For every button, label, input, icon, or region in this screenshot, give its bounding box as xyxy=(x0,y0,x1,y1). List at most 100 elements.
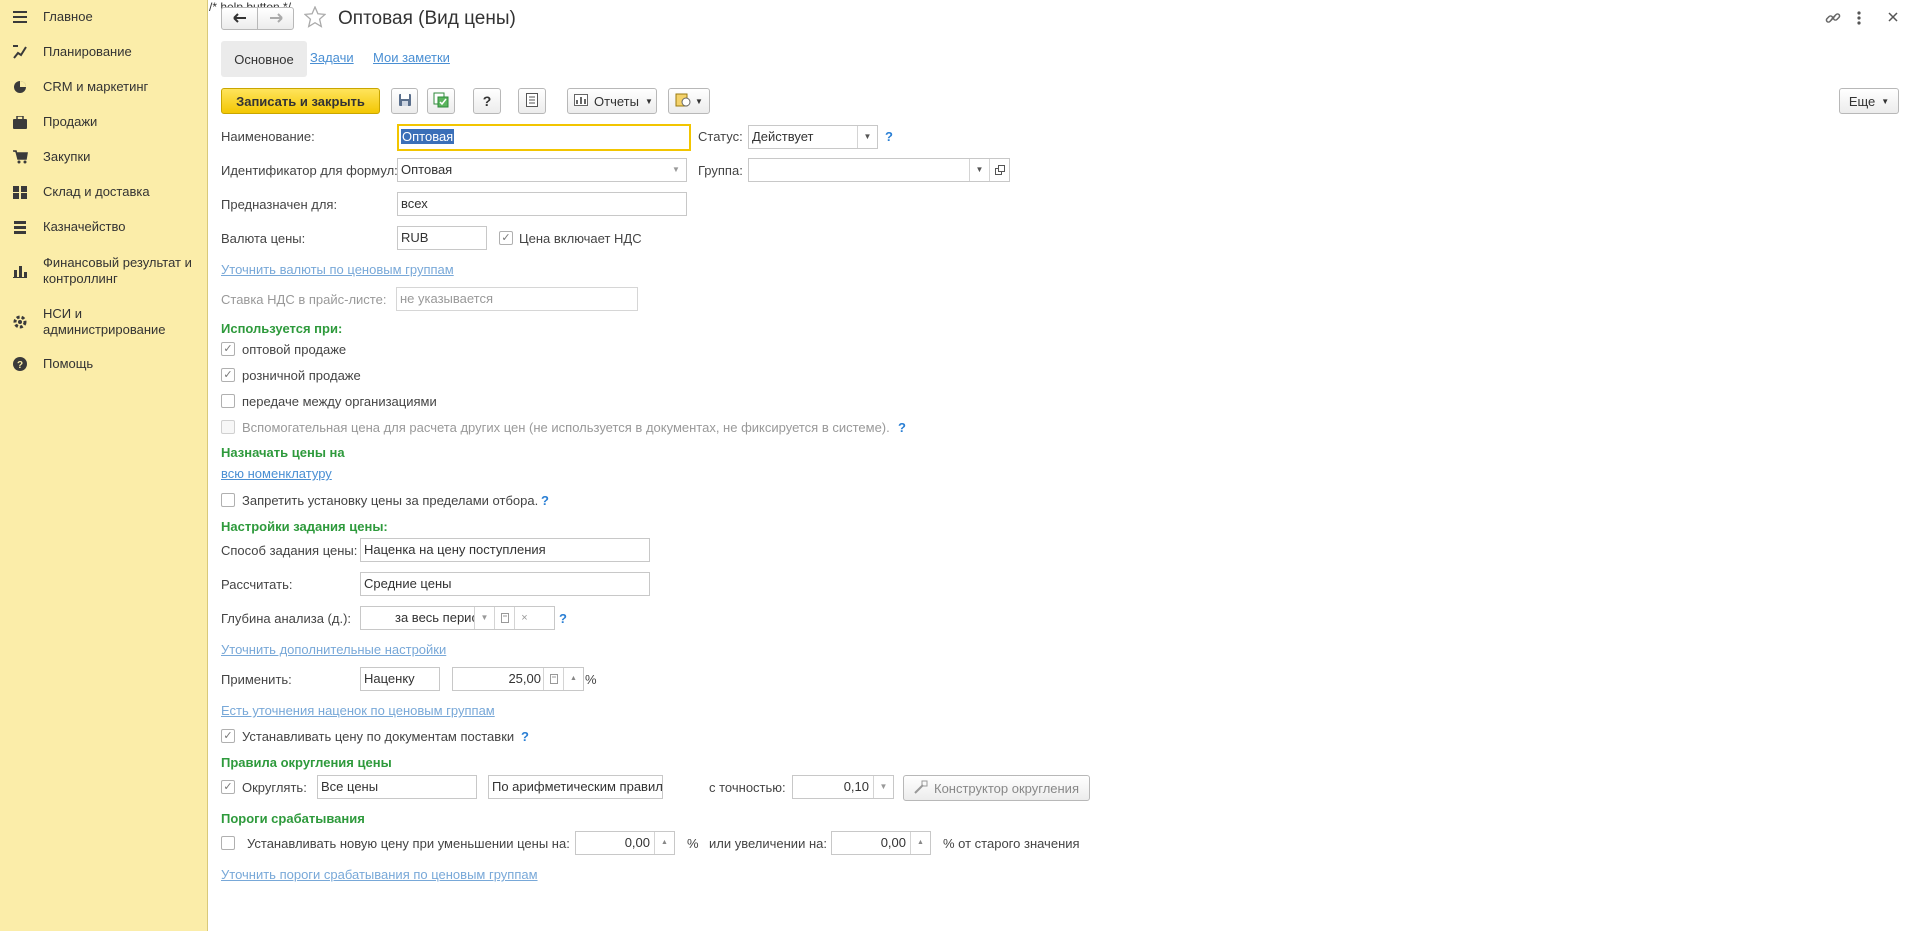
clarify-currency-link[interactable]: Уточнить валюты по ценовым группам xyxy=(221,262,454,278)
post-button[interactable] xyxy=(427,88,455,114)
percent-label: % xyxy=(585,672,597,687)
vat-included-checkbox[interactable]: ✓ xyxy=(499,231,513,245)
print-menu-button[interactable]: ▼ xyxy=(668,88,710,114)
sidebar-item-sales[interactable]: Продажи xyxy=(0,113,207,131)
rounding-constructor-button[interactable]: Конструктор округления xyxy=(903,775,1090,801)
set-by-docs-help-icon[interactable]: ? xyxy=(521,729,529,745)
auxiliary-help-icon[interactable]: ? xyxy=(898,420,906,436)
wholesale-checkbox[interactable]: ✓ xyxy=(221,342,235,356)
calc-input[interactable]: Средние цены xyxy=(360,572,650,596)
open-icon[interactable] xyxy=(989,159,1009,181)
depth-input[interactable]: за весь период ▼ × xyxy=(360,606,555,630)
group-input[interactable]: ▼ xyxy=(748,158,1010,182)
save-and-close-button[interactable]: Записать и закрыть xyxy=(221,88,380,114)
retail-label: розничной продаже xyxy=(242,368,361,383)
threshold-groups-link[interactable]: Уточнить пороги срабатывания по ценовым … xyxy=(221,867,538,883)
gear-icon xyxy=(12,314,28,330)
apply-label: Применить: xyxy=(221,672,292,687)
clear-icon[interactable]: × xyxy=(514,607,534,629)
more-label: Еще xyxy=(1848,93,1876,109)
arrow-left-icon xyxy=(232,11,247,26)
set-by-docs-label: Устанавливать цену по документам поставк… xyxy=(242,729,515,744)
sidebar-item-finance[interactable]: Финансовый результат и контроллинг xyxy=(0,255,207,287)
sidebar-item-label-line1: Финансовый результат и xyxy=(43,255,192,270)
save-button[interactable] xyxy=(391,88,418,114)
method-input[interactable]: Наценка на цену поступления xyxy=(360,538,650,562)
apply-amount-input[interactable]: 25,00 ▲▼ xyxy=(452,667,584,691)
spin-icon[interactable]: ▲▼ xyxy=(563,668,583,690)
planning-icon xyxy=(12,44,28,60)
sidebar-item-admin[interactable]: НСИ и администрирование xyxy=(0,306,207,338)
link-icon[interactable] xyxy=(1825,10,1841,29)
markup-groups-link[interactable]: Есть уточнения наценок по ценовым группа… xyxy=(221,703,495,719)
forbid-help-icon[interactable]: ? xyxy=(541,493,549,509)
sidebar-item-label: Планирование xyxy=(43,44,132,59)
formula-id-value: Оптовая xyxy=(401,162,453,177)
sidebar-item-label-line2: администрирование xyxy=(43,322,166,337)
more-button[interactable]: Еще ▼ xyxy=(1839,88,1899,114)
tab-tasks[interactable]: Задачи xyxy=(310,50,354,66)
forbid-label: Запретить установку цены за пределами от… xyxy=(242,493,539,508)
sidebar-item-purchases[interactable]: Закупки xyxy=(0,148,207,166)
sidebar-item-label: Закупки xyxy=(43,149,91,164)
used-for-header: Используется при: xyxy=(221,321,343,336)
star-icon[interactable] xyxy=(303,5,327,31)
sidebar-item-planning[interactable]: Планирование xyxy=(0,43,207,61)
intended-input[interactable]: всех xyxy=(397,192,687,216)
chevron-down-icon[interactable]: ▼ xyxy=(474,607,494,629)
calculator-icon[interactable] xyxy=(494,607,514,629)
status-select[interactable]: Действует ▼ xyxy=(748,125,878,149)
tab-notes[interactable]: Мои заметки xyxy=(373,50,450,66)
currency-input[interactable]: RUB xyxy=(397,226,487,250)
decrease-input[interactable]: 0,00 ▲▼ xyxy=(575,831,675,855)
chevron-down-icon: ▼ xyxy=(695,96,703,106)
sidebar-item-main[interactable]: Главное xyxy=(0,8,207,26)
chevron-down-icon[interactable]: ▼ xyxy=(666,159,686,181)
name-input[interactable]: Оптовая xyxy=(397,124,691,151)
sidebar-item-label-line2: контроллинг xyxy=(43,271,118,286)
back-button[interactable] xyxy=(221,7,258,30)
status-help-icon[interactable]: ? xyxy=(885,129,893,145)
thresholds-checkbox[interactable] xyxy=(221,836,235,850)
round-scope-input[interactable]: Все цены xyxy=(317,775,477,799)
increase-value: 0,00 xyxy=(880,835,906,850)
set-by-docs-checkbox[interactable]: ✓ xyxy=(221,729,235,743)
calculator-icon[interactable] xyxy=(543,668,563,690)
decrease-percent-label: % xyxy=(687,836,699,851)
sidebar-item-help[interactable]: ? Помощь xyxy=(0,355,207,373)
chevron-down-icon[interactable]: ▼ xyxy=(857,126,877,148)
constructor-icon xyxy=(914,780,928,797)
method-label: Способ задания цены: xyxy=(221,543,358,558)
chevron-down-icon[interactable]: ▼ xyxy=(969,159,989,181)
retail-checkbox[interactable]: ✓ xyxy=(221,368,235,382)
close-icon[interactable] xyxy=(1887,11,1899,26)
round-checkbox[interactable]: ✓ xyxy=(221,780,235,794)
all-items-link[interactable]: всю номенклатуру xyxy=(221,466,332,482)
formula-id-input[interactable]: Оптовая ▼ xyxy=(397,158,687,182)
spin-icon[interactable]: ▲▼ xyxy=(910,832,930,854)
round-rule-input[interactable]: По арифметическим правилам xyxy=(488,775,663,799)
sidebar-item-crm[interactable]: CRM и маркетинг xyxy=(0,78,207,96)
spin-icon[interactable]: ▲▼ xyxy=(654,832,674,854)
reports-button[interactable]: Отчеты ▼ xyxy=(567,88,657,114)
treasury-icon xyxy=(12,219,28,235)
depth-label: Глубина анализа (д.): xyxy=(221,611,352,626)
forbid-checkbox[interactable] xyxy=(221,493,235,507)
tab-main[interactable]: Основное xyxy=(221,41,307,77)
sidebar-item-treasury[interactable]: Казначейство xyxy=(0,218,207,236)
more-settings-link[interactable]: Уточнить дополнительные настройки xyxy=(221,642,446,658)
svg-text:?: ? xyxy=(17,360,23,371)
sidebar-item-label: Помощь xyxy=(43,356,94,371)
sidebar-item-warehouse[interactable]: Склад и доставка xyxy=(0,183,207,201)
intercompany-checkbox[interactable] xyxy=(221,394,235,408)
apply-type-input[interactable]: Наценку xyxy=(360,667,440,691)
depth-value: за весь период xyxy=(395,610,486,625)
chevron-down-icon[interactable]: ▼ xyxy=(873,776,893,798)
more-vertical-icon[interactable] xyxy=(1856,10,1862,29)
precision-input[interactable]: 0,10 ▼ xyxy=(792,775,894,799)
list-button[interactable] xyxy=(518,88,546,114)
forward-button[interactable] xyxy=(257,7,294,30)
depth-help-icon[interactable]: ? xyxy=(559,611,567,627)
help-button[interactable]: ? xyxy=(473,88,501,114)
increase-input[interactable]: 0,00 ▲▼ xyxy=(831,831,931,855)
